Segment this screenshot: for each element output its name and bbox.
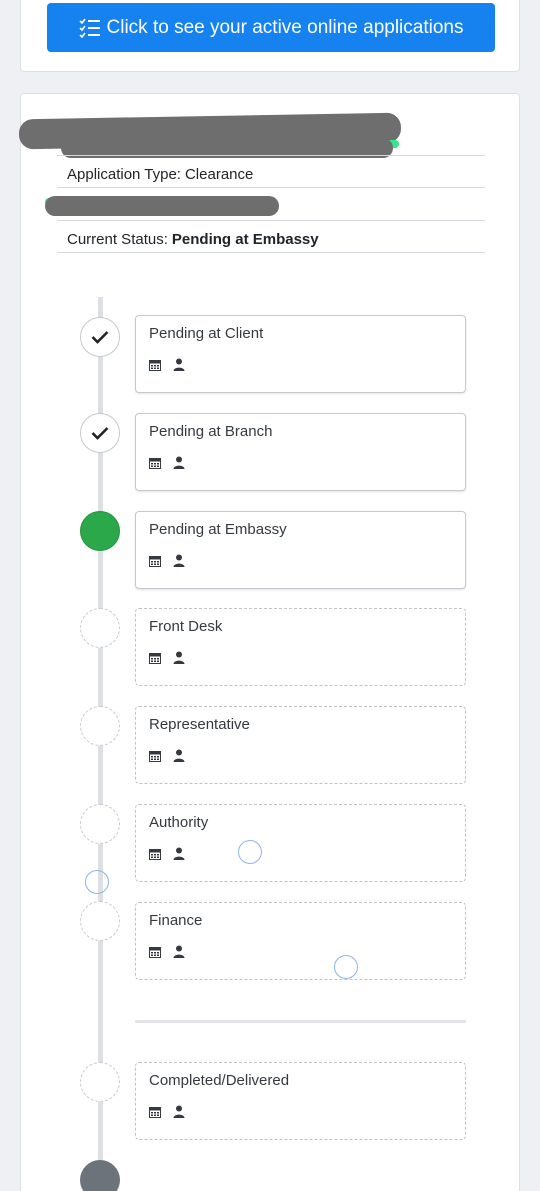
divider-2 [57,187,485,188]
list-check-icon [78,18,100,38]
step-node-pending [80,901,120,941]
active-applications-button[interactable]: Click to see your active online applicat… [47,3,495,52]
user-icon [173,358,185,371]
step-node-final [80,1160,120,1191]
step-card[interactable]: Completed/Delivered [135,1062,466,1140]
step-node-done [80,317,120,357]
check-icon [91,331,109,344]
step-card[interactable]: Pending at Branch [135,413,466,491]
application-type: Application Type: Clearance [57,160,485,188]
step-card[interactable]: Finance [135,902,466,980]
step-node-done [80,413,120,453]
step-node-pending [80,1062,120,1102]
application-type-label: Application Type: [67,165,181,183]
step-title: Pending at Client [149,325,264,342]
divider-4 [57,252,485,253]
step-title: Pending at Embassy [149,521,287,538]
step-node-pending [80,706,120,746]
calendar-icon [149,1106,161,1118]
divider-3 [57,220,485,221]
step-node-pending [80,608,120,648]
divider-1 [57,155,485,156]
step-title: Authority [149,814,209,831]
user-icon [173,554,185,567]
step-title: Pending at Branch [149,423,273,440]
application-card: Application Type: Clearance Current Stat… [18,93,520,1191]
touch-indicator [85,870,109,894]
applications-card: Click to see your active online applicat… [20,0,520,72]
step-card[interactable]: Authority [135,804,466,882]
touch-indicator [238,840,262,864]
calendar-icon [149,457,161,469]
timeline-divider [135,1020,466,1023]
user-icon [173,945,185,958]
step-card[interactable]: Front Desk [135,608,466,686]
step-card[interactable]: Pending at Client [135,315,466,393]
step-card[interactable]: Representative [135,706,466,784]
user-icon [173,1105,185,1118]
current-status-value: Pending at Embassy [171,230,319,248]
current-status-label: Current Status: [67,230,168,248]
touch-indicator [334,955,358,979]
step-node-current [80,511,120,551]
step-node-pending [80,804,120,844]
user-icon [173,456,185,469]
step-title: Finance [149,912,203,929]
redacted-reference [45,196,279,216]
step-title: Representative [149,716,250,733]
calendar-icon [149,555,161,567]
calendar-icon [149,652,161,664]
step-title: Completed/Delivered [149,1072,290,1089]
user-icon [173,749,185,762]
user-icon [173,651,185,664]
calendar-icon [149,750,161,762]
step-title: Front Desk [149,618,223,635]
check-icon [91,427,109,440]
active-applications-label: Click to see your active online applicat… [106,16,464,38]
calendar-icon [149,359,161,371]
current-status: Current Status: Pending at Embassy [57,225,485,253]
application-type-value: Clearance [184,165,254,183]
user-icon [173,847,185,860]
calendar-icon [149,946,161,958]
step-card[interactable]: Pending at Embassy [135,511,466,589]
calendar-icon [149,848,161,860]
